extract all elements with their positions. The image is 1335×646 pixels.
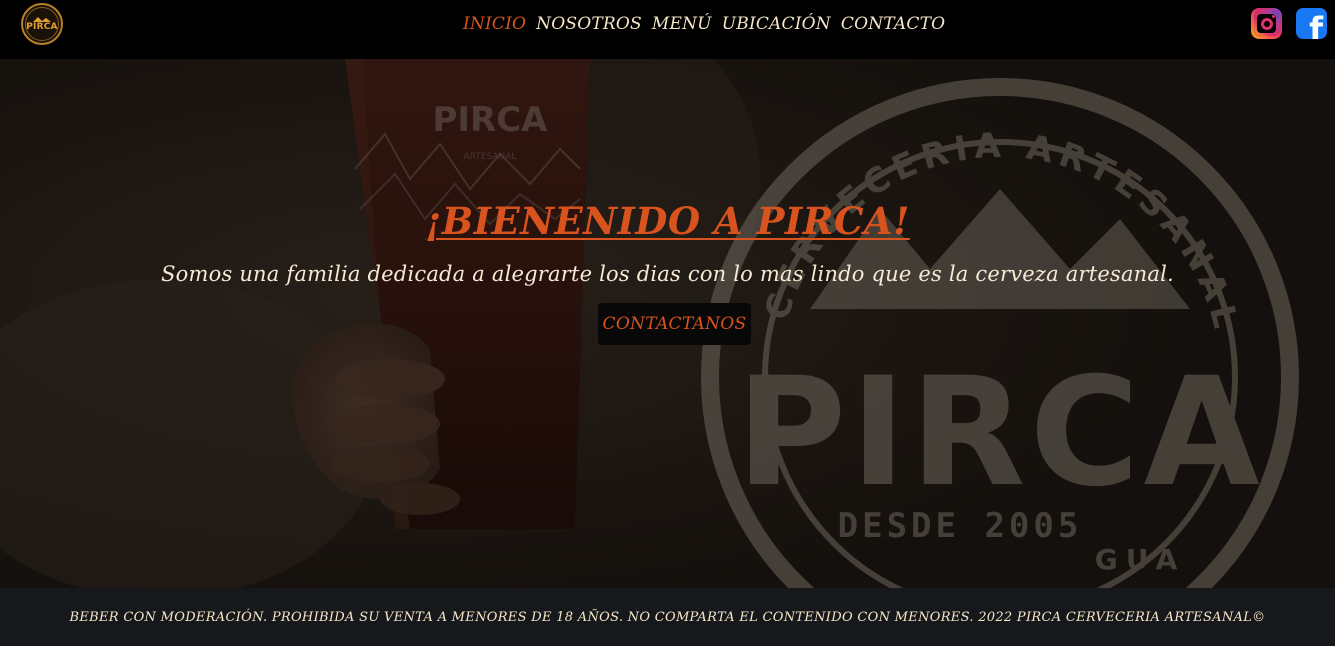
instagram-lens (1260, 17, 1273, 30)
instagram-frame (1254, 11, 1279, 36)
instagram-dot (1272, 15, 1275, 18)
logo-badge: PIRCA (25, 7, 59, 41)
social-links: f (1251, 8, 1327, 39)
main-nav: INICIO NOSOTROS MENÚ UBICACIÓN CONTACTO (463, 12, 945, 36)
hero-subtitle: Somos una familia dedicada a alegrarte l… (161, 262, 1174, 286)
facebook-icon[interactable]: f (1296, 8, 1327, 39)
logo-text: PIRCA (26, 21, 58, 32)
hero-title: ¡BIENENIDO A PIRCA! (425, 199, 910, 243)
nav-inicio[interactable]: INICIO (463, 12, 526, 36)
footer-disclaimer: BEBER CON MODERACIÓN. PROHIBIDA SU VENTA… (69, 609, 1266, 625)
contact-button[interactable]: CONTACTANOS (598, 303, 751, 345)
nav-ubicacion[interactable]: UBICACIÓN (722, 12, 831, 36)
nav-contacto[interactable]: CONTACTO (841, 12, 945, 36)
hero-section: CERVECERIA ARTESANAL PIRCA DESDE 2005 GU… (0, 59, 1335, 588)
site-footer: BEBER CON MODERACIÓN. PROHIBIDA SU VENTA… (0, 588, 1335, 646)
site-header: PIRCA INICIO NOSOTROS MENÚ UBICACIÓN CON… (0, 0, 1335, 59)
facebook-f-glyph: f (1309, 10, 1323, 39)
nav-menu[interactable]: MENÚ (652, 12, 712, 36)
nav-nosotros[interactable]: NOSOTROS (536, 12, 642, 36)
mountain-icon (33, 16, 51, 22)
instagram-icon[interactable] (1251, 8, 1282, 39)
pirca-logo[interactable]: PIRCA (21, 3, 63, 45)
